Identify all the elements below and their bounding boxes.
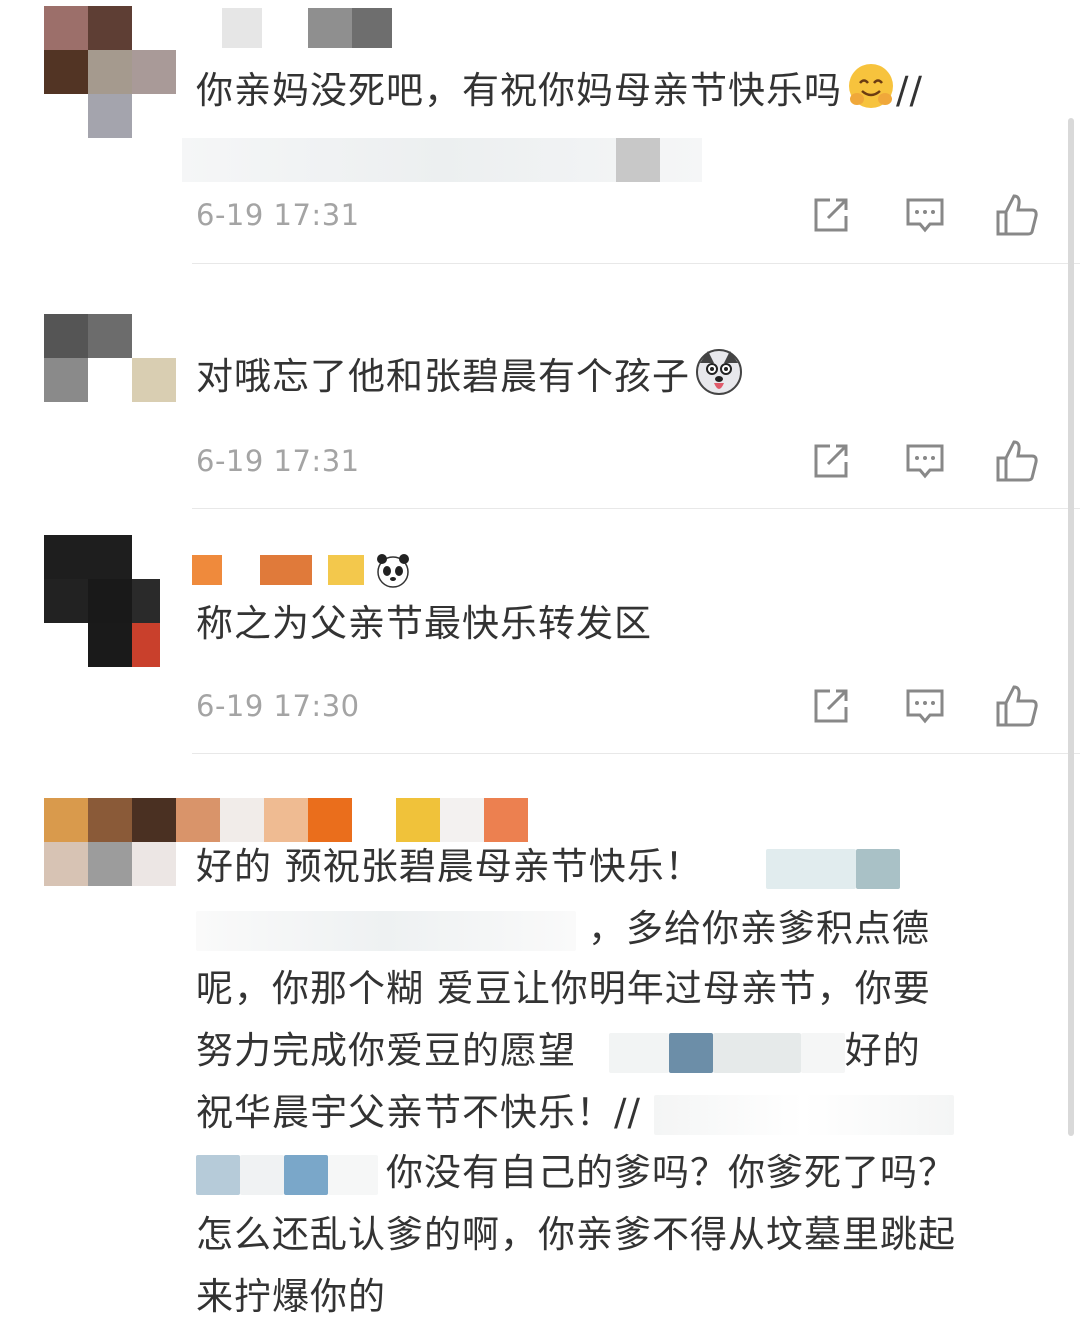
avatar[interactable] <box>44 535 176 667</box>
comment-text-line: 你没有自己的爹吗？你爹死了吗？ <box>196 1142 1040 1203</box>
comment-icon <box>906 198 944 233</box>
like-button[interactable] <box>994 683 1040 729</box>
panda-emoji <box>374 551 412 589</box>
thumbs-up-icon <box>996 194 1038 236</box>
thumbs-up-icon <box>996 685 1038 727</box>
redacted-mention <box>712 1032 801 1073</box>
repost-button[interactable] <box>808 683 854 729</box>
comment-item: 你亲妈没死吧，有祝你妈母亲节快乐吗 // 6-19 17:31 <box>0 0 1080 264</box>
thumbs-up-icon <box>996 440 1038 482</box>
comment-text-suffix: // <box>896 69 923 112</box>
redacted-block <box>616 138 660 182</box>
redacted-mention <box>328 1154 378 1195</box>
scrollbar[interactable] <box>1068 118 1074 1136</box>
redacted-mention <box>855 848 900 889</box>
comment-icon <box>906 689 944 724</box>
comment-text-main: 对哦忘了他和张碧晨有个孩子 <box>196 355 690 398</box>
redacted-mention <box>608 1032 669 1073</box>
repost-button[interactable] <box>808 192 854 238</box>
avatar[interactable] <box>44 798 176 886</box>
comment-text-main: 你亲妈没死吧，有祝你妈母亲节快乐吗 <box>196 69 842 112</box>
comment-text-segment: 祝华晨宇父亲节不快乐！// <box>196 1091 641 1134</box>
repost-icon <box>814 198 848 232</box>
comment-text-line: 好的 预祝张碧晨母亲节快乐！ <box>196 836 1040 897</box>
like-button[interactable] <box>994 438 1040 484</box>
comment-item: 对哦忘了他和张碧晨有个孩子 6-19 17:31 <box>0 264 1080 509</box>
avatar[interactable] <box>44 6 176 138</box>
comment-text-segment: 来拧爆你的 <box>196 1275 386 1318</box>
reply-button[interactable] <box>902 683 948 729</box>
redacted-mention <box>240 1154 284 1195</box>
hug-emoji <box>846 61 896 111</box>
redacted-mention <box>196 910 576 951</box>
redacted-mention <box>800 1032 845 1073</box>
comment-text-segment: 好的 <box>844 1029 921 1072</box>
comment-text-segment: 呢，你那个糊 爱豆让你明年过母亲节，你要 <box>196 967 931 1010</box>
comment-text-line: 呢，你那个糊 爱豆让你明年过母亲节，你要 <box>196 958 1040 1019</box>
comment-text-line: 祝华晨宇父亲节不快乐！// <box>196 1082 1040 1143</box>
redacted-mention <box>196 1154 240 1195</box>
like-button[interactable] <box>994 192 1040 238</box>
redacted-mention <box>284 1154 328 1195</box>
comment-text: 称之为父亲节最快乐转发区 <box>196 593 1040 654</box>
repost-icon <box>814 444 848 478</box>
comment-text: 你亲妈没死吧，有祝你妈母亲节快乐吗 // <box>196 60 1040 121</box>
comment-text: 对哦忘了他和张碧晨有个孩子 <box>196 346 1040 407</box>
comment-item: 称之为父亲节最快乐转发区 6-19 17:30 <box>0 509 1080 754</box>
comment-text-segment: ，多给你亲爹积点德 <box>588 907 930 950</box>
comment-text-line: 努力完成你爱豆的愿望 好的 <box>196 1020 1040 1081</box>
comment-text-line: 怎么还乱认爹的啊，你亲爹不得从坟墓里跳起 <box>196 1204 1040 1265</box>
comment-item: 好的 预祝张碧晨母亲节快乐！ ，多给你亲爹积点德 呢，你那个糊 爱豆让你明年过母… <box>0 754 1080 1325</box>
redacted-mention <box>765 848 856 889</box>
avatar[interactable] <box>44 314 176 402</box>
repost-button[interactable] <box>808 438 854 484</box>
redacted-mention <box>653 1094 954 1135</box>
repost-icon <box>814 689 848 723</box>
username-redacted[interactable] <box>192 554 432 589</box>
comment-text-segment: 好的 预祝张碧晨母亲节快乐！ <box>196 845 703 888</box>
comment-text-segment: 努力完成你爱豆的愿望 <box>196 1029 576 1072</box>
timestamp: 6-19 17:31 <box>196 444 360 478</box>
comment-text-main: 称之为父亲节最快乐转发区 <box>196 602 652 645</box>
timestamp: 6-19 17:31 <box>196 198 360 232</box>
husky-dog-emoji <box>694 347 744 397</box>
comment-text-line: ，多给你亲爹积点德 <box>196 898 1040 959</box>
timestamp: 6-19 17:30 <box>196 689 360 723</box>
reply-button[interactable] <box>902 438 948 484</box>
comment-text-segment: 你没有自己的爹吗？你爹死了吗？ <box>386 1151 956 1194</box>
username-redacted[interactable] <box>192 8 402 48</box>
comment-icon <box>906 444 944 479</box>
redacted-mention <box>668 1032 713 1073</box>
comment-text-segment: 怎么还乱认爹的啊，你亲爹不得从坟墓里跳起 <box>196 1213 956 1256</box>
reply-button[interactable] <box>902 192 948 238</box>
comment-text-line: 来拧爆你的 <box>196 1266 1040 1327</box>
